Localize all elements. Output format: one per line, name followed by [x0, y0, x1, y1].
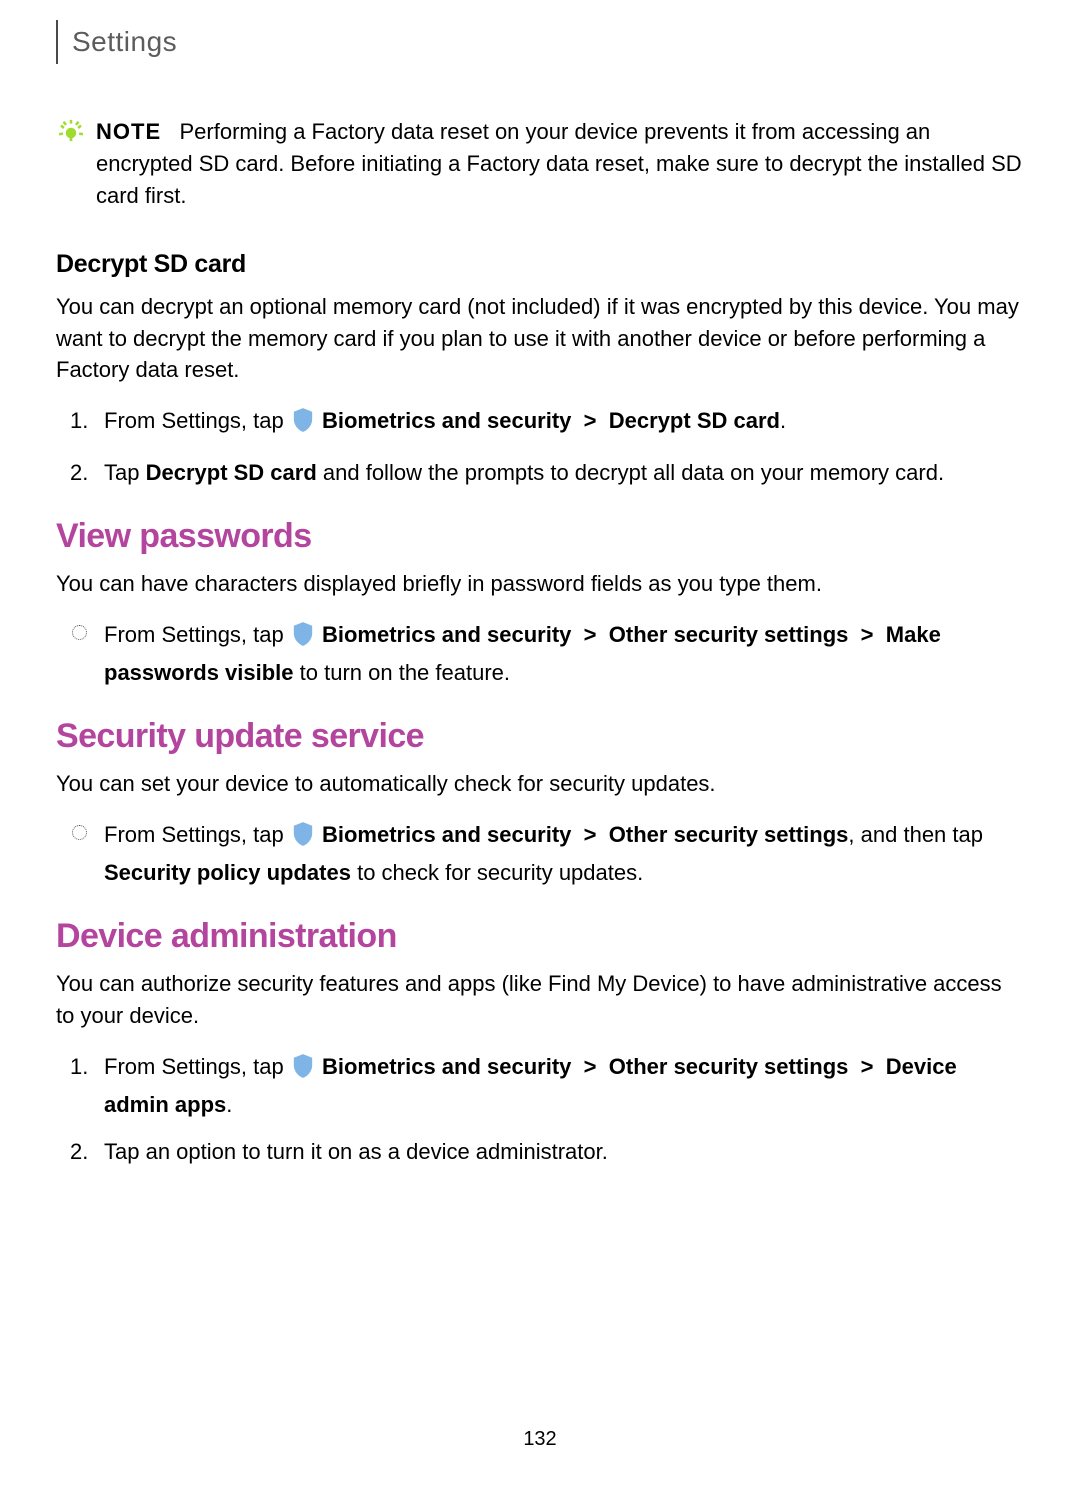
page-number: 132: [56, 1428, 1024, 1451]
page-header: Settings: [56, 20, 1024, 64]
decrypt-step-2: Tap Decrypt SD card and follow the promp…: [104, 456, 1024, 489]
shield-icon: [292, 621, 314, 656]
security-update-step: From Settings, tap Biometrics and securi…: [104, 818, 1024, 889]
heading-decrypt-sd: Decrypt SD card: [56, 250, 1024, 279]
device-admin-steps: From Settings, tap Biometrics and securi…: [56, 1050, 1024, 1168]
note-label: NOTE: [96, 119, 161, 144]
decrypt-step-1: From Settings, tap Biometrics and securi…: [104, 404, 1024, 442]
security-update-steps: From Settings, tap Biometrics and securi…: [56, 818, 1024, 889]
shield-icon: [292, 1053, 314, 1088]
device-admin-step-2: Tap an option to turn it on as a device …: [104, 1135, 1024, 1168]
shield-icon: [292, 821, 314, 856]
decrypt-intro: You can decrypt an optional memory card …: [56, 291, 1024, 387]
note-body: Performing a Factory data reset on your …: [96, 119, 1022, 208]
view-passwords-step: From Settings, tap Biometrics and securi…: [104, 618, 1024, 689]
view-passwords-intro: You can have characters displayed briefl…: [56, 568, 1024, 600]
shield-icon: [292, 407, 314, 442]
decrypt-steps: From Settings, tap Biometrics and securi…: [56, 404, 1024, 489]
device-admin-step-1: From Settings, tap Biometrics and securi…: [104, 1050, 1024, 1121]
lightbulb-icon: [56, 116, 96, 148]
note-block: NOTE Performing a Factory data reset on …: [56, 116, 1024, 212]
heading-view-passwords: View passwords: [56, 517, 1024, 556]
security-update-intro: You can set your device to automatically…: [56, 768, 1024, 800]
heading-security-update: Security update service: [56, 717, 1024, 756]
note-text: NOTE Performing a Factory data reset on …: [96, 116, 1024, 212]
view-passwords-steps: From Settings, tap Biometrics and securi…: [56, 618, 1024, 689]
device-admin-intro: You can authorize security features and …: [56, 968, 1024, 1032]
header-title: Settings: [72, 26, 1024, 58]
heading-device-admin: Device administration: [56, 917, 1024, 956]
